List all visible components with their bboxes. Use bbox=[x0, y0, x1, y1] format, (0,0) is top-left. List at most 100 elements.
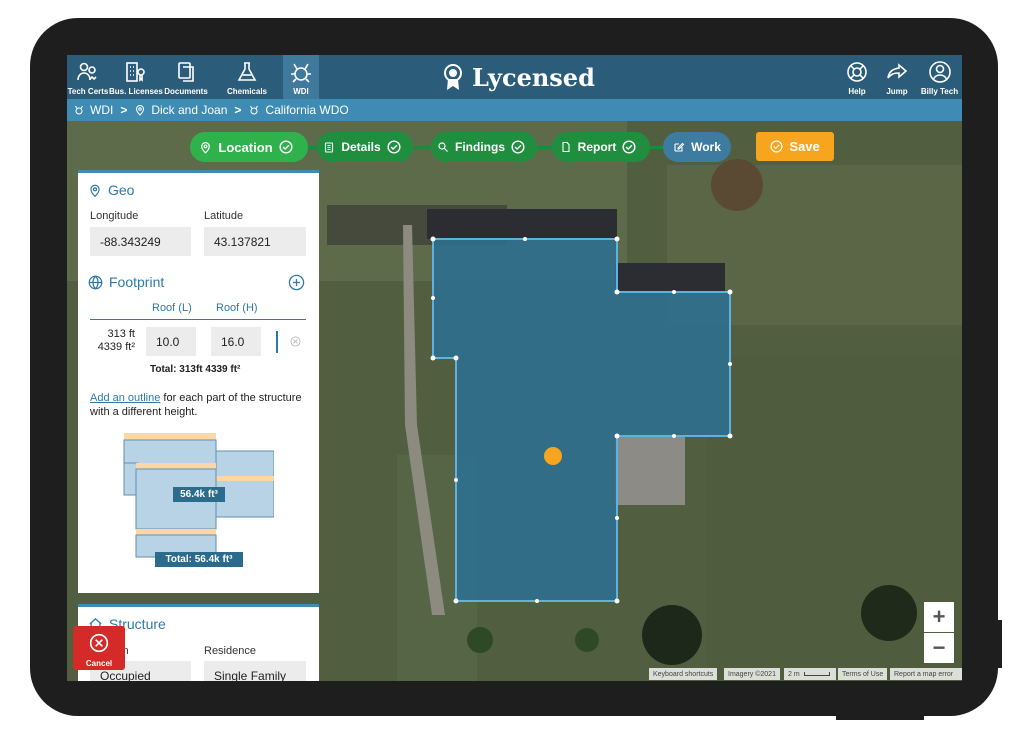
share-arrow-icon bbox=[887, 63, 908, 79]
nav-documents[interactable]: Documents bbox=[161, 55, 211, 99]
diagram-total-label: Total: 56.4k ft³ bbox=[165, 554, 233, 565]
close-circle-icon bbox=[89, 633, 109, 653]
search-icon bbox=[438, 142, 448, 152]
breadcrumb-item-report[interactable]: California WDO bbox=[248, 103, 349, 117]
breadcrumb-label: WDI bbox=[90, 103, 114, 117]
footprint-perimeter-area: 313 ft 4339 ft² bbox=[82, 328, 135, 354]
termite-icon bbox=[250, 105, 259, 115]
edit-icon bbox=[674, 142, 685, 152]
longitude-field[interactable]: -88.343249 bbox=[90, 227, 191, 256]
nav-bus-licenses[interactable]: Bus. Licenses bbox=[109, 55, 163, 99]
footprint-total: Total: 313ft 4339 ft² bbox=[150, 364, 241, 375]
location-marker[interactable] bbox=[544, 447, 562, 465]
zoom-out-button[interactable]: − bbox=[924, 633, 954, 663]
breadcrumb-label: Dick and Joan bbox=[151, 103, 228, 117]
save-label: Save bbox=[789, 139, 820, 154]
footprint-section-title: Footprint bbox=[88, 274, 164, 290]
cancel-button[interactable]: Cancel bbox=[73, 626, 125, 670]
brand-logo[interactable]: Lycensed bbox=[442, 62, 595, 92]
step-label: Location bbox=[218, 139, 273, 155]
footprint-title: Footprint bbox=[109, 274, 165, 290]
globe-icon bbox=[88, 274, 103, 290]
zoom-in-button[interactable]: + bbox=[924, 602, 954, 632]
attribution-text: Report a map error bbox=[894, 670, 954, 678]
volume-diagram bbox=[123, 433, 274, 567]
step-findings[interactable]: Findings bbox=[431, 132, 537, 162]
step-label: Work bbox=[691, 140, 721, 154]
geo-section-title: Geo bbox=[88, 182, 134, 198]
step-report[interactable]: Report bbox=[552, 132, 650, 162]
clipboard-icon bbox=[325, 142, 334, 153]
app-screen: Tech Certs Bus. Licenses Documents Chemi… bbox=[67, 55, 962, 681]
cancel-label: Cancel bbox=[85, 659, 113, 668]
attribution-text: Imagery ©2021 bbox=[728, 670, 776, 678]
roof-low-field[interactable]: 10.0 bbox=[146, 327, 196, 356]
document-icon bbox=[562, 141, 570, 153]
nav-chemicals[interactable]: Chemicals bbox=[211, 55, 283, 99]
latitude-label: Latitude bbox=[204, 210, 244, 222]
scale-label: 2 m bbox=[788, 670, 800, 678]
terms-link[interactable]: Terms of Use bbox=[838, 668, 888, 680]
footprint-help: Add an outline for each part of the stru… bbox=[90, 391, 306, 419]
check-circle-icon bbox=[622, 140, 636, 154]
save-button[interactable]: Save bbox=[756, 132, 834, 161]
scale-line bbox=[803, 672, 830, 676]
check-circle-icon bbox=[511, 140, 525, 154]
breadcrumb-item-customer[interactable]: Dick and Joan bbox=[134, 103, 227, 117]
building-icon bbox=[126, 62, 145, 82]
step-label: Findings bbox=[455, 140, 505, 154]
nav-user[interactable]: Billy Tech bbox=[917, 55, 962, 99]
documents-icon bbox=[178, 62, 194, 82]
lifebuoy-icon bbox=[847, 62, 867, 82]
add-outline-link[interactable]: Add an outline bbox=[90, 392, 160, 404]
diagram-volume-label: 56.4k ft³ bbox=[180, 489, 218, 500]
tablet-bottom-button bbox=[836, 714, 924, 720]
geo-panel: Geo Longitude Latitude -88.343249 43.137… bbox=[78, 170, 319, 593]
check-circle-icon bbox=[770, 140, 783, 153]
step-details[interactable]: Details bbox=[317, 132, 413, 162]
nav-help[interactable]: Help bbox=[837, 55, 877, 99]
nav-label: WDI bbox=[293, 87, 309, 96]
add-outline-button[interactable] bbox=[288, 274, 305, 291]
nav-label: Documents bbox=[164, 87, 208, 96]
tablet-side-button bbox=[996, 620, 1002, 668]
keyboard-shortcuts-link[interactable]: Keyboard shortcuts bbox=[649, 668, 718, 680]
breadcrumb: WDI > Dick and Joan > California WDO bbox=[67, 99, 962, 121]
minus-icon: − bbox=[932, 635, 946, 660]
roof-high-header: Roof (H) bbox=[216, 302, 258, 314]
latitude-field[interactable]: 43.137821 bbox=[204, 227, 306, 256]
nav-tech-certs[interactable]: Tech Certs bbox=[67, 55, 109, 99]
check-circle-icon bbox=[387, 140, 401, 154]
chevron-right-icon: > bbox=[234, 103, 242, 117]
divider bbox=[90, 319, 306, 320]
termite-icon bbox=[75, 105, 83, 115]
step-location[interactable]: Location bbox=[190, 132, 308, 162]
residence-field[interactable]: Single Family bbox=[204, 661, 306, 681]
nav-jump[interactable]: Jump bbox=[877, 55, 917, 99]
remove-row-icon[interactable] bbox=[290, 336, 301, 347]
nav-wdi[interactable]: WDI bbox=[283, 55, 319, 99]
breadcrumb-item-wdi[interactable]: WDI bbox=[73, 103, 113, 117]
step-label: Details bbox=[341, 140, 381, 154]
row-selector[interactable] bbox=[276, 331, 278, 353]
imagery-credit: Imagery ©2021 bbox=[724, 668, 780, 680]
longitude-label: Longitude bbox=[90, 210, 139, 222]
step-work[interactable]: Work bbox=[663, 132, 731, 162]
brand-name: Lycensed bbox=[472, 62, 595, 92]
roof-high-field[interactable]: 16.0 bbox=[211, 327, 261, 356]
nav-label: Help bbox=[848, 87, 866, 96]
attribution-text: Keyboard shortcuts bbox=[653, 670, 714, 678]
map-pin-icon bbox=[136, 105, 145, 116]
nav-label: Billy Tech bbox=[920, 87, 959, 96]
nav-label: Chemicals bbox=[226, 87, 268, 96]
attribution-text: Terms of Use bbox=[842, 670, 884, 678]
plus-icon: + bbox=[932, 604, 946, 629]
report-error-link[interactable]: Report a map error bbox=[890, 668, 962, 680]
step-label: Report bbox=[577, 140, 617, 154]
map-pin-icon bbox=[90, 184, 100, 197]
breadcrumb-label: California WDO bbox=[265, 103, 349, 117]
nav-label: Jump bbox=[886, 87, 908, 96]
residence-label: Residence bbox=[204, 645, 256, 657]
top-nav: Tech Certs Bus. Licenses Documents Chemi… bbox=[67, 55, 962, 99]
scale-bar[interactable]: 2 m bbox=[784, 668, 836, 680]
